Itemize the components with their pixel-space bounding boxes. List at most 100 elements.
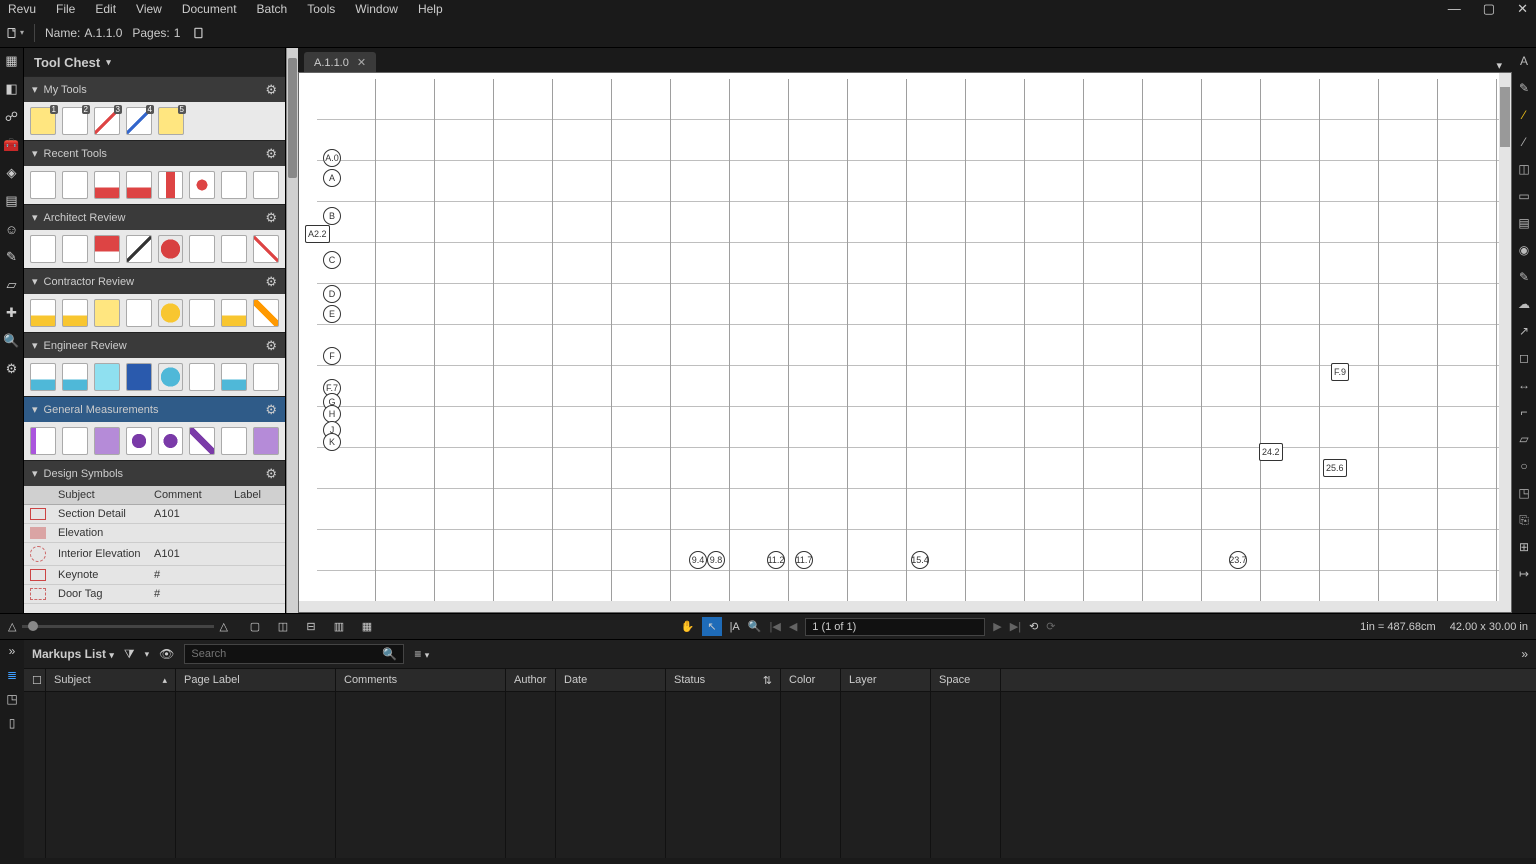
eng-tool[interactable] (221, 363, 247, 391)
eng-tool[interactable] (94, 363, 120, 391)
eng-tool[interactable] (62, 363, 88, 391)
minimize-icon[interactable]: — (1448, 1, 1461, 17)
ds-row[interactable]: Elevation (24, 524, 285, 543)
menu-file[interactable]: File (56, 2, 75, 16)
prev-page-icon[interactable]: ◀ (789, 620, 797, 633)
recent-tool[interactable] (62, 171, 88, 199)
document-tab[interactable]: A.1.1.0 ✕ (304, 52, 376, 72)
column-date[interactable]: Date (556, 669, 666, 691)
gear-icon[interactable]: ⚙ (265, 146, 277, 162)
menu-batch[interactable]: Batch (257, 2, 288, 16)
eng-tool[interactable] (126, 363, 152, 391)
gear-icon[interactable]: ⚙ (265, 402, 277, 418)
filter-dropdown-icon[interactable]: ▾ (145, 649, 150, 660)
single-page-icon[interactable]: ▢ (246, 620, 264, 633)
contr-tool[interactable] (189, 299, 215, 327)
recent-tool[interactable] (30, 171, 56, 199)
fit-width-icon[interactable]: ▦ (358, 620, 376, 633)
tool-highlighter[interactable] (30, 107, 56, 135)
ds-row[interactable]: Keynote# (24, 566, 285, 585)
section-architect-review[interactable]: ▾Architect Review ⚙ (24, 204, 285, 230)
stamp-tool-icon[interactable]: ◉ (1515, 241, 1533, 259)
highlighter-tool-icon[interactable]: ⁄ (1515, 106, 1533, 124)
meas-tool[interactable] (30, 427, 56, 455)
open-doc-icon[interactable] (190, 24, 208, 42)
note-tool-icon[interactable]: ✎ (1515, 268, 1533, 286)
meas-tool[interactable] (189, 427, 215, 455)
polygon-tool-icon[interactable]: ▱ (1515, 430, 1533, 448)
menu-view[interactable]: View (136, 2, 162, 16)
arrow-tool-icon[interactable]: ↗ (1515, 322, 1533, 340)
columns-icon[interactable]: ≡ ▾ (414, 647, 429, 661)
section-engineer-review[interactable]: ▾Engineer Review ⚙ (24, 332, 285, 358)
split-v-icon[interactable]: ◫ (274, 620, 292, 633)
recent-tool[interactable] (189, 171, 215, 199)
section-general-measurements[interactable]: ▾General Measurements ⚙ (24, 396, 285, 422)
next-page-icon[interactable]: ▶ (993, 620, 1001, 633)
contr-tool[interactable] (94, 299, 120, 327)
meas-tool[interactable] (62, 427, 88, 455)
tool-extra2-icon[interactable]: ↦ (1515, 565, 1533, 583)
recent-tool[interactable] (158, 171, 184, 199)
menu-revu[interactable]: Revu (8, 2, 36, 16)
close-icon[interactable]: ✕ (357, 56, 366, 69)
menu-document[interactable]: Document (182, 2, 237, 16)
eng-tool[interactable] (253, 363, 279, 391)
column-layer[interactable]: Layer (841, 669, 931, 691)
polyline-tool-icon[interactable]: ⌐ (1515, 403, 1533, 421)
section-contractor-review[interactable]: ▾Contractor Review ⚙ (24, 268, 285, 294)
column-author[interactable]: Author (506, 669, 556, 691)
nav-fwd-icon[interactable]: ⟳ (1046, 620, 1055, 633)
search-icon[interactable]: 🔍 (382, 647, 397, 661)
close-icon[interactable]: ✕ (1517, 1, 1528, 17)
arch-tool[interactable] (253, 235, 279, 263)
thumbnails-icon[interactable]: ▦ (3, 52, 21, 70)
menu-window[interactable]: Window (355, 2, 398, 16)
cloud-tool-icon[interactable]: ☁ (1515, 295, 1533, 313)
first-page-icon[interactable]: |◀ (769, 620, 780, 633)
line-tool-icon[interactable]: ⁄ (1515, 133, 1533, 151)
toolchest-icon[interactable]: 🧰 (3, 136, 21, 154)
expand-icon[interactable]: » (1521, 647, 1528, 661)
column-color[interactable]: Color (781, 669, 841, 691)
collapse-icon[interactable]: » (9, 644, 16, 658)
split-h-icon[interactable]: ⊟ (302, 620, 320, 633)
markups-list-icon[interactable]: ≣ (7, 668, 17, 682)
meas-tool[interactable] (221, 427, 247, 455)
text-select-icon[interactable]: |A (730, 621, 740, 633)
eng-tool[interactable] (30, 363, 56, 391)
eng-tool[interactable] (189, 363, 215, 391)
column-page-label[interactable]: Page Label (176, 669, 336, 691)
nav-back-icon[interactable]: ⟲ (1029, 620, 1038, 633)
recent-tool[interactable] (126, 171, 152, 199)
studio-icon[interactable]: ☺ (3, 220, 21, 238)
dim-tool-icon[interactable]: ↔ (1515, 376, 1533, 394)
meas-tool[interactable] (126, 427, 152, 455)
ds-row[interactable]: Door Tag# (24, 585, 285, 604)
column-comments[interactable]: Comments (336, 669, 506, 691)
section-design-symbols[interactable]: ▾Design Symbols ⚙ (24, 460, 285, 486)
link-tool-icon[interactable]: ⎘ (1515, 511, 1533, 529)
pen-tool-icon[interactable]: ✎ (1515, 79, 1533, 97)
panel-title[interactable]: Tool Chest ▾ (24, 48, 285, 76)
canvas-scrollbar-h[interactable] (299, 601, 1499, 612)
eng-tool[interactable] (158, 363, 184, 391)
arch-tool[interactable] (62, 235, 88, 263)
arch-tool[interactable] (126, 235, 152, 263)
filter-icon[interactable]: ⧩ (124, 647, 135, 662)
section-recent-tools[interactable]: ▾Recent Tools ⚙ (24, 140, 285, 166)
rect-tool-icon[interactable]: ▭ (1515, 187, 1533, 205)
gear-icon[interactable]: ⚙ (265, 338, 277, 354)
gear-icon[interactable]: ⚙ (265, 274, 277, 290)
app-menu-button[interactable] (6, 24, 24, 42)
eraser-tool-icon[interactable]: ◫ (1515, 160, 1533, 178)
doc-compare-icon[interactable]: ▯ (9, 716, 16, 730)
hide-icon[interactable]: 👁 (159, 647, 174, 661)
menu-tools[interactable]: Tools (307, 2, 335, 16)
contr-tool[interactable] (62, 299, 88, 327)
checkbox-column[interactable]: ☐ (24, 669, 46, 691)
zoom-slider[interactable]: △ △ (8, 620, 228, 633)
arch-tool[interactable] (94, 235, 120, 263)
arch-tool[interactable] (221, 235, 247, 263)
meas-tool[interactable] (158, 427, 184, 455)
